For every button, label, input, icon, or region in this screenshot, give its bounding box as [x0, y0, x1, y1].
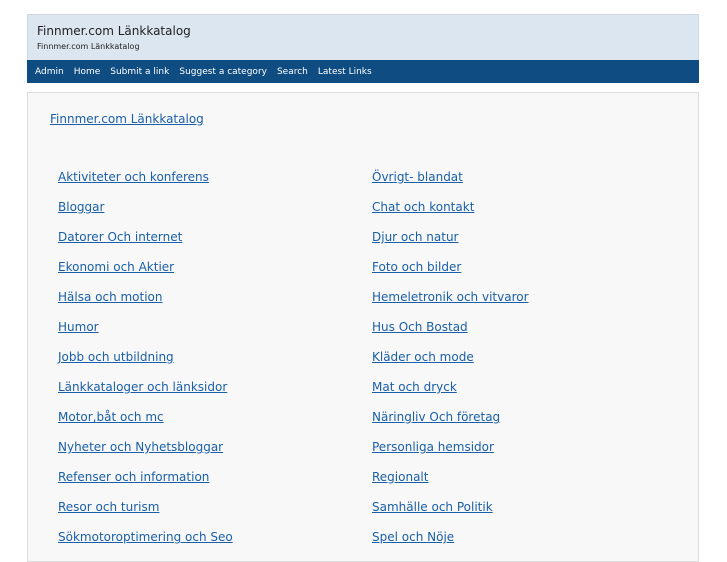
category-link[interactable]: Sökmotoroptimering och Seo	[58, 530, 233, 560]
nav-search[interactable]: Search	[277, 67, 308, 77]
category-link[interactable]: Spel och Nöje	[372, 530, 529, 560]
nav-suggest-category[interactable]: Suggest a category	[179, 67, 267, 77]
category-link[interactable]: Länkkataloger och länksidor	[58, 380, 233, 410]
site-header: Finnmer.com Länkkatalog Finnmer.com Länk…	[27, 14, 699, 60]
category-link[interactable]: Övrigt- blandat	[372, 170, 529, 200]
category-link[interactable]: Chat och kontakt	[372, 200, 529, 230]
category-link[interactable]: Mat och dryck	[372, 380, 529, 410]
main-nav: Admin Home Submit a link Suggest a categ…	[27, 60, 699, 83]
category-link[interactable]: Personliga hemsidor	[372, 440, 529, 470]
breadcrumb-home-link[interactable]: Finnmer.com Länkkatalog	[50, 112, 204, 126]
category-link[interactable]: Kläder och mode	[372, 350, 529, 380]
category-link[interactable]: Djur och natur	[372, 230, 529, 260]
category-link[interactable]: Foto och bilder	[372, 260, 529, 290]
category-link[interactable]: Samhälle och Politik	[372, 500, 529, 530]
category-link[interactable]: Bloggar	[58, 200, 233, 230]
category-link[interactable]: Hus Och Bostad	[372, 320, 529, 350]
nav-latest-links[interactable]: Latest Links	[318, 67, 372, 77]
category-column-right: Övrigt- blandat Chat och kontakt Djur oc…	[372, 170, 529, 560]
category-column-left: Aktiviteter och konferens Bloggar Datore…	[58, 170, 233, 560]
nav-submit-link[interactable]: Submit a link	[110, 67, 169, 77]
category-link[interactable]: Datorer Och internet	[58, 230, 233, 260]
category-link[interactable]: Motor,båt och mc	[58, 410, 233, 440]
category-link[interactable]: Regionalt	[372, 470, 529, 500]
nav-admin[interactable]: Admin	[35, 67, 64, 77]
site-subtitle: Finnmer.com Länkkatalog	[37, 42, 140, 51]
category-link[interactable]: Hemeletronik och vitvaror	[372, 290, 529, 320]
nav-home[interactable]: Home	[74, 67, 101, 77]
category-link[interactable]: Humor	[58, 320, 233, 350]
category-link[interactable]: Ekonomi och Aktier	[58, 260, 233, 290]
category-link[interactable]: Refenser och information	[58, 470, 233, 500]
category-link[interactable]: Hälsa och motion	[58, 290, 233, 320]
category-link[interactable]: Aktiviteter och konferens	[58, 170, 233, 200]
category-link[interactable]: Jobb och utbildning	[58, 350, 233, 380]
content-panel: Finnmer.com Länkkatalog Aktiviteter och …	[27, 92, 699, 562]
site-title: Finnmer.com Länkkatalog	[37, 24, 191, 38]
category-link[interactable]: Näringliv Och företag	[372, 410, 529, 440]
category-link[interactable]: Nyheter och Nyhetsbloggar	[58, 440, 233, 470]
category-link[interactable]: Resor och turism	[58, 500, 233, 530]
